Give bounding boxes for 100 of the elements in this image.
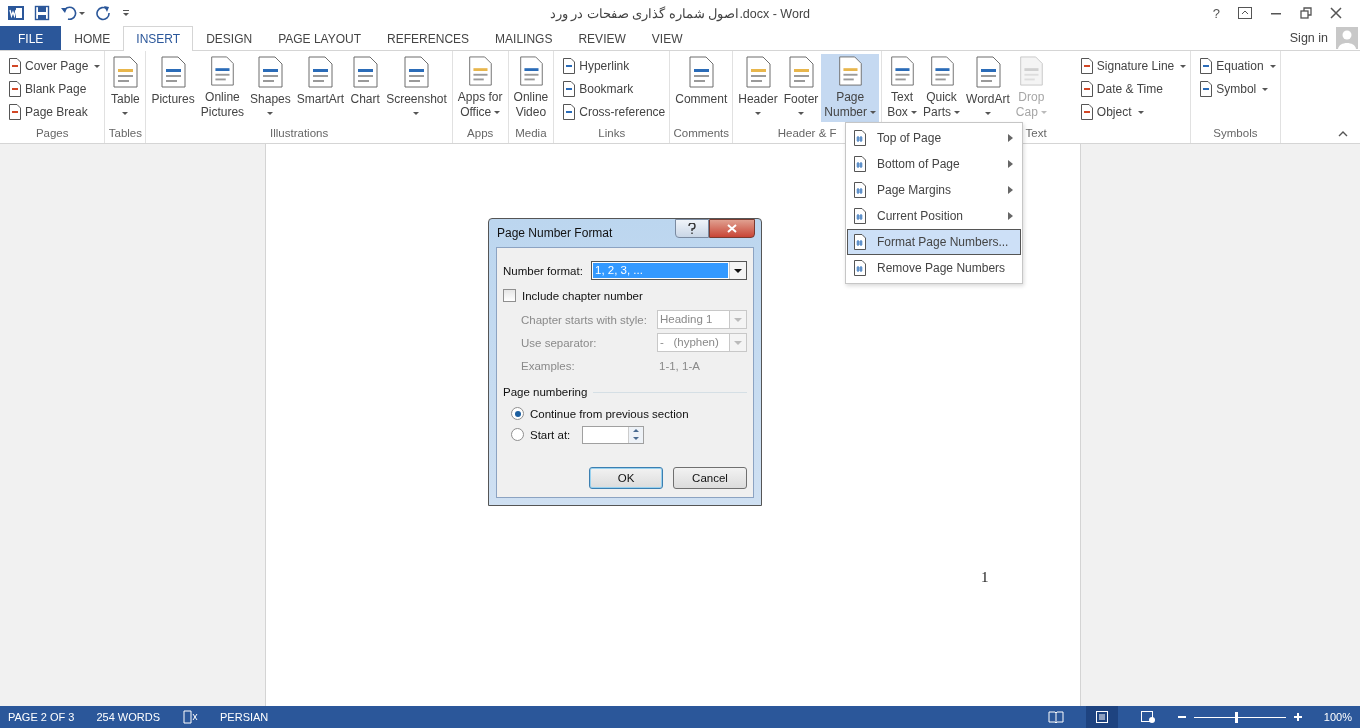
ribbon-button[interactable]: Date & Time <box>1077 78 1189 100</box>
ribbon-button[interactable]: Table <box>107 54 144 122</box>
ribbon-tab[interactable]: FILE <box>0 26 62 50</box>
menu-item[interactable]: Page Margins <box>847 177 1021 203</box>
menu-item[interactable]: Bottom of Page <box>847 151 1021 177</box>
radio-button[interactable] <box>511 407 524 420</box>
radio-label[interactable]: Continue from previous section <box>530 407 689 420</box>
help-icon <box>688 223 696 234</box>
ribbon-button[interactable]: Quick Parts <box>920 54 964 122</box>
page-icon <box>8 58 22 74</box>
ribbon-tab[interactable]: DESIGN <box>193 26 266 50</box>
page-icon <box>1079 81 1094 97</box>
radio-button[interactable] <box>511 428 524 441</box>
print-layout-icon <box>1094 710 1109 724</box>
ribbon-button[interactable]: Header <box>735 54 781 122</box>
ribbon-tab[interactable]: REVIEW <box>565 26 639 50</box>
read-mode-icon[interactable] <box>1047 710 1064 724</box>
page-icon <box>562 104 577 120</box>
checkbox-label[interactable]: Include chapter number <box>522 289 643 302</box>
language-text[interactable]: PERSIAN <box>220 711 269 723</box>
redo-icon[interactable] <box>96 5 112 21</box>
proofing-icon[interactable] <box>182 710 198 724</box>
page-icon <box>350 56 381 88</box>
ribbon-button[interactable]: Screenshot <box>383 54 450 122</box>
help-button[interactable] <box>675 219 709 238</box>
restore-icon[interactable] <box>1300 7 1312 19</box>
close-button[interactable] <box>709 219 755 238</box>
ribbon-button[interactable]: Comment <box>672 54 731 122</box>
help-button[interactable]: ? <box>1212 5 1220 21</box>
ribbon-button[interactable]: Page Number <box>821 54 879 122</box>
ribbon-button[interactable]: Hyperlink <box>560 55 668 77</box>
page-count-text[interactable]: PAGE 2 OF 3 <box>8 711 75 723</box>
radio-label[interactable]: Start at: <box>530 428 571 441</box>
ribbon-tab[interactable]: VIEW <box>638 26 696 50</box>
customize-caret-icon[interactable] <box>122 9 130 17</box>
group-label: Tables <box>108 127 142 139</box>
save-icon[interactable] <box>34 5 50 21</box>
group-label: Links <box>598 127 626 139</box>
page-icon <box>686 56 717 88</box>
group-label: Comments <box>673 127 730 139</box>
ribbon-button[interactable]: Signature Line <box>1077 55 1189 77</box>
cancel-button[interactable]: Cancel <box>673 467 747 489</box>
zoom-out-icon[interactable] <box>1177 713 1186 721</box>
ribbon-button[interactable]: Online Video <box>510 54 552 122</box>
page-number-icon <box>853 156 867 172</box>
ribbon-button[interactable]: Footer <box>780 54 822 122</box>
ribbon-button[interactable]: Pictures <box>148 54 198 122</box>
page-icon <box>110 56 141 88</box>
page-icon <box>8 81 22 97</box>
word-logo-icon[interactable] <box>8 5 24 21</box>
menu-item[interactable]: Top of Page <box>847 125 1021 151</box>
menu-item[interactable]: Remove Page Numbers <box>847 255 1021 281</box>
ribbon-button[interactable]: Object <box>1077 101 1189 123</box>
ribbon-button[interactable]: Symbol <box>1197 78 1278 100</box>
page-icon <box>1199 81 1214 97</box>
ribbon-button[interactable]: Bookmark <box>560 78 668 100</box>
menu-item[interactable]: Current Position <box>847 203 1021 229</box>
ribbon-button[interactable]: WordArt <box>963 54 1013 122</box>
ribbon-button[interactable]: Online Pictures <box>197 54 248 122</box>
ribbon-button[interactable]: Page Break <box>6 101 103 123</box>
checkbox[interactable] <box>503 289 516 302</box>
examples-value: 1-1, 1-A <box>659 359 701 372</box>
start-at-spinner[interactable] <box>582 425 645 444</box>
undo-icon[interactable] <box>60 5 86 21</box>
ribbon-tab[interactable]: MAILINGS <box>482 26 566 50</box>
sign-in-link[interactable]: Sign in <box>1289 31 1328 45</box>
zoom-slider-thumb[interactable] <box>1235 711 1239 723</box>
collapse-ribbon-icon[interactable] <box>1338 131 1348 137</box>
group-label: Illustrations <box>270 127 329 139</box>
page-icon <box>562 81 577 97</box>
window-title: اصول شماره گذاری صفحات در ورد.docx - Word <box>550 5 810 21</box>
close-icon <box>727 224 737 233</box>
ribbon-tab[interactable]: INSERT <box>123 26 194 51</box>
ribbon-button[interactable]: Cover Page <box>6 55 103 77</box>
group-label: Text <box>1025 127 1047 139</box>
web-layout-icon[interactable] <box>1139 710 1156 724</box>
print-layout-button[interactable] <box>1085 706 1118 728</box>
ribbon-button[interactable]: Shapes <box>247 54 294 122</box>
group-label: Media <box>515 127 547 139</box>
field-label: Chapter starts with style: <box>521 313 647 326</box>
close-icon[interactable] <box>1330 7 1342 19</box>
dialog-title: Page Number Format <box>497 226 613 240</box>
group-label: Symbols <box>1213 127 1258 139</box>
ribbon-display-icon[interactable] <box>1238 7 1252 19</box>
menu-item[interactable]: Format Page Numbers... <box>847 229 1021 255</box>
ribbon-tab[interactable]: HOME <box>61 26 124 50</box>
ribbon-button[interactable]: SmartArt <box>293 54 348 122</box>
ribbon-button[interactable]: Equation <box>1197 55 1278 77</box>
ribbon-tab[interactable]: PAGE LAYOUT <box>265 26 375 50</box>
ribbon-button[interactable]: Chart <box>347 54 384 122</box>
zoom-level-text[interactable]: 100% <box>1323 711 1352 723</box>
ok-button[interactable]: OK <box>589 467 663 489</box>
ribbon-button[interactable]: Text Box <box>884 54 920 122</box>
word-count-text[interactable]: 254 WORDS <box>96 711 160 723</box>
ribbon-button[interactable]: Cross-reference <box>560 101 668 123</box>
zoom-in-icon[interactable] <box>1293 713 1302 721</box>
ribbon-tab[interactable]: REFERENCES <box>374 26 483 50</box>
ribbon-button[interactable]: Apps for Office <box>454 54 506 122</box>
page-icon <box>255 56 286 88</box>
ribbon-button[interactable]: Blank Page <box>6 78 103 100</box>
